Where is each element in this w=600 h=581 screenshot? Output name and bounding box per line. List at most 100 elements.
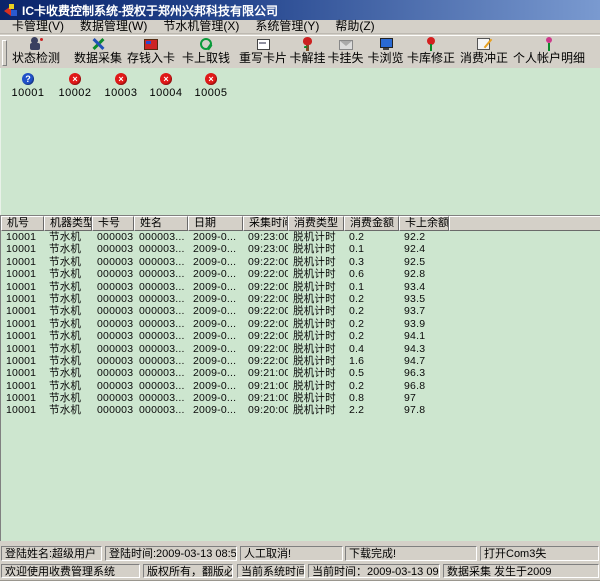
table-cell: 10001 bbox=[1, 355, 44, 367]
table-row[interactable]: 10001节水机000003000003...2009-0...09:21:00… bbox=[1, 380, 600, 392]
table-cell: 93.5 bbox=[399, 293, 449, 305]
table-cell: 09:21:00 bbox=[243, 380, 288, 392]
column-header-5[interactable]: 日期 bbox=[188, 216, 243, 231]
menu-item-1[interactable]: 卡管理(V) bbox=[4, 20, 72, 33]
toolbar-button-11[interactable]: 个人帐户明细 bbox=[512, 36, 586, 68]
toolbar-button-7[interactable]: 卡挂失 bbox=[327, 36, 364, 68]
toolbar-grip[interactable] bbox=[2, 40, 7, 66]
app-icon[interactable] bbox=[4, 4, 18, 17]
table-cell: 脱机计时 bbox=[288, 268, 344, 280]
toolbar-button-3[interactable]: 存钱入卡 bbox=[127, 36, 175, 68]
table-cell: 000003 bbox=[92, 392, 134, 404]
toolbar-button-5[interactable]: 重写卡片 bbox=[239, 36, 287, 68]
table-row[interactable]: 10001节水机000003000003...2009-0...09:23:00… bbox=[1, 243, 600, 255]
table-cell: 09:22:00 bbox=[243, 281, 288, 293]
table-cell: 000003... bbox=[134, 256, 188, 268]
table-cell: 节水机 bbox=[44, 268, 92, 280]
table-cell: 0.5 bbox=[344, 367, 399, 379]
menu-item-5[interactable]: 帮助(Z) bbox=[327, 20, 382, 33]
toolbar-button-8[interactable]: 卡浏览 bbox=[367, 36, 404, 68]
card-db-fix-icon bbox=[423, 37, 439, 51]
consume-reverse-icon bbox=[476, 37, 492, 51]
table-row[interactable]: 10001节水机000003000003...2009-0...09:21:00… bbox=[1, 392, 600, 404]
column-header-1[interactable]: 机号 bbox=[1, 216, 44, 231]
table-cell: 节水机 bbox=[44, 305, 92, 317]
table-row[interactable]: 10001节水机000003000003...2009-0...09:21:00… bbox=[1, 367, 600, 379]
machine-indicator-10004[interactable]: ×10004 bbox=[144, 73, 188, 99]
toolbar-button-label: 卡上取钱 bbox=[182, 51, 230, 66]
table-row[interactable]: 10001节水机000003000003...2009-0...09:23:00… bbox=[1, 231, 600, 243]
column-header-2[interactable]: 机器类型 bbox=[44, 216, 92, 231]
table-cell: 09:22:00 bbox=[243, 343, 288, 355]
column-header-6[interactable]: 采集时间 bbox=[243, 216, 288, 231]
table-cell: 000003... bbox=[134, 318, 188, 330]
table-cell: 000003 bbox=[92, 355, 134, 367]
table-cell: 000003... bbox=[134, 330, 188, 342]
table-row[interactable]: 10001节水机000003000003...2009-0...09:22:00… bbox=[1, 355, 600, 367]
machine-indicator-10002[interactable]: ×10002 bbox=[53, 73, 97, 99]
table-cell: 97 bbox=[399, 392, 449, 404]
table-row[interactable]: 10001节水机000003000003...2009-0...09:22:00… bbox=[1, 343, 600, 355]
table-cell: 脱机计时 bbox=[288, 404, 344, 416]
table-cell: 脱机计时 bbox=[288, 318, 344, 330]
machine-indicator-10005[interactable]: ×10005 bbox=[189, 73, 233, 99]
table-cell: 节水机 bbox=[44, 404, 92, 416]
table-row[interactable]: 10001节水机000003000003...2009-0...09:22:00… bbox=[1, 293, 600, 305]
table-cell: 09:22:00 bbox=[243, 293, 288, 305]
table-row[interactable]: 10001节水机000003000003...2009-0...09:22:00… bbox=[1, 318, 600, 330]
table-cell: 1.6 bbox=[344, 355, 399, 367]
toolbar-button-4[interactable]: 卡上取钱 bbox=[182, 36, 230, 68]
table-cell: 94.3 bbox=[399, 343, 449, 355]
table-row[interactable]: 10001节水机000003000003...2009-0...09:22:00… bbox=[1, 305, 600, 317]
toolbar-button-label: 存钱入卡 bbox=[127, 51, 175, 66]
table-cell: 2009-0... bbox=[188, 256, 243, 268]
table-cell: 10001 bbox=[1, 281, 44, 293]
column-header-9[interactable]: 卡上余额 bbox=[399, 216, 449, 231]
column-header-8[interactable]: 消费金额 bbox=[344, 216, 399, 231]
deposit-to-card-icon bbox=[143, 37, 159, 51]
machine-indicator-10003[interactable]: ×10003 bbox=[99, 73, 143, 99]
table-cell: 09:22:00 bbox=[243, 355, 288, 367]
menu-item-4[interactable]: 系统管理(Y) bbox=[247, 20, 327, 33]
machine-offline-icon: × bbox=[205, 73, 217, 85]
table-cell: 93.7 bbox=[399, 305, 449, 317]
machine-id-label: 10004 bbox=[149, 87, 182, 99]
column-header-3[interactable]: 卡号 bbox=[92, 216, 134, 231]
machine-indicator-10001[interactable]: ?10001 bbox=[6, 73, 50, 99]
table-cell: 2009-0... bbox=[188, 243, 243, 255]
table-cell: 10001 bbox=[1, 243, 44, 255]
toolbar-button-6[interactable]: 卡解挂 bbox=[289, 36, 326, 68]
table-cell: 000003 bbox=[92, 231, 134, 243]
table-cell: 000003 bbox=[92, 318, 134, 330]
toolbar-button-2[interactable]: 数据采集 bbox=[74, 36, 122, 68]
table-cell: 0.2 bbox=[344, 318, 399, 330]
table-row[interactable]: 10001节水机000003000003...2009-0...09:20:00… bbox=[1, 404, 600, 416]
table-cell: 0.4 bbox=[344, 343, 399, 355]
rewrite-card-icon bbox=[255, 37, 271, 51]
table-row[interactable]: 10001节水机000003000003...2009-0...09:22:00… bbox=[1, 330, 600, 342]
table-cell: 2009-0... bbox=[188, 367, 243, 379]
table-cell: 节水机 bbox=[44, 293, 92, 305]
table-cell: 0.6 bbox=[344, 268, 399, 280]
menu-item-3[interactable]: 节水机管理(X) bbox=[155, 20, 247, 33]
column-header-7[interactable]: 消费类型 bbox=[288, 216, 344, 231]
table-cell: 92.8 bbox=[399, 268, 449, 280]
table-cell: 97.8 bbox=[399, 404, 449, 416]
table-cell: 0.2 bbox=[344, 293, 399, 305]
toolbar-button-1[interactable]: 状态检测 bbox=[12, 36, 60, 68]
toolbar-button-9[interactable]: 卡库修正 bbox=[407, 36, 455, 68]
card-unfreeze-icon bbox=[300, 37, 316, 51]
table-cell: 000003... bbox=[134, 268, 188, 280]
menu-item-2[interactable]: 数据管理(W) bbox=[72, 20, 155, 33]
system-time-label-panel: 当前系统时间 bbox=[237, 564, 305, 578]
toolbar-button-10[interactable]: 消费冲正 bbox=[460, 36, 508, 68]
column-header-4[interactable]: 姓名 bbox=[134, 216, 188, 231]
table-cell: 10001 bbox=[1, 330, 44, 342]
table-cell: 000003... bbox=[134, 355, 188, 367]
table-cell: 脱机计时 bbox=[288, 367, 344, 379]
table-cell: 2009-0... bbox=[188, 355, 243, 367]
table-row[interactable]: 10001节水机000003000003...2009-0...09:22:00… bbox=[1, 281, 600, 293]
table-cell: 09:22:00 bbox=[243, 268, 288, 280]
table-row[interactable]: 10001节水机000003000003...2009-0...09:22:00… bbox=[1, 256, 600, 268]
table-row[interactable]: 10001节水机000003000003...2009-0...09:22:00… bbox=[1, 268, 600, 280]
